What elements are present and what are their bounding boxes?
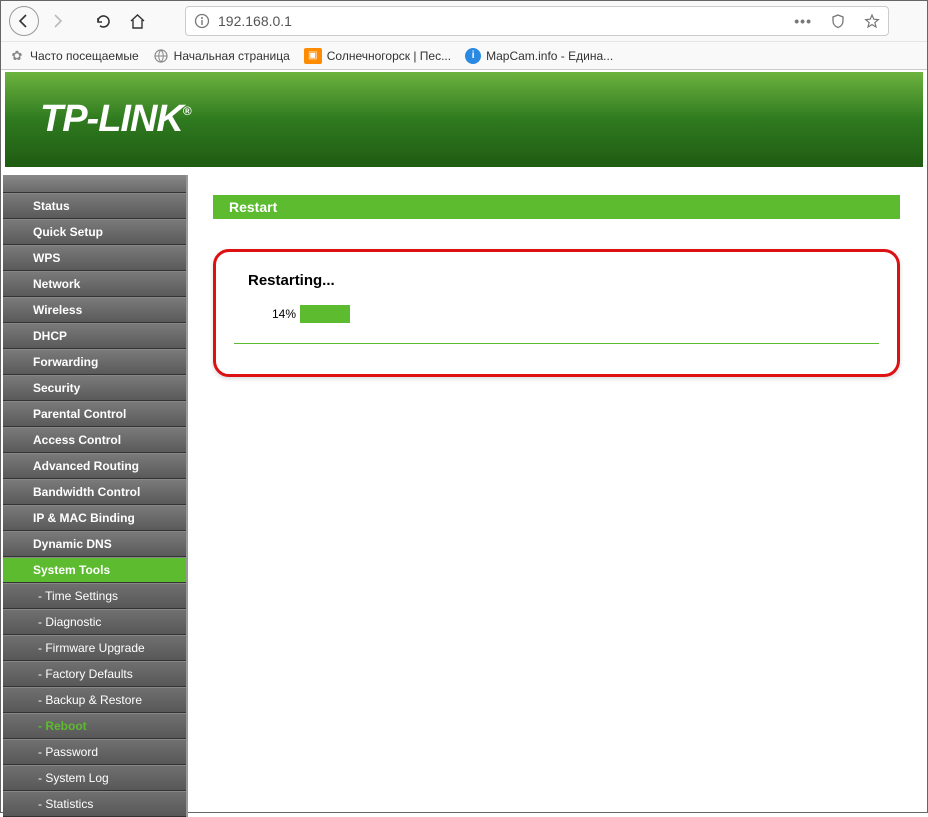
- globe-icon: [153, 48, 169, 64]
- sidebar-sub-password[interactable]: - Password: [3, 739, 186, 765]
- divider: [234, 343, 879, 344]
- sidebar-item-routing[interactable]: Advanced Routing: [3, 453, 186, 479]
- car-icon: ▣: [304, 48, 322, 64]
- sidebar-sub-firmware[interactable]: - Firmware Upgrade: [3, 635, 186, 661]
- browser-toolbar: 192.168.0.1 •••: [1, 1, 927, 41]
- sidebar-item-dhcp[interactable]: DHCP: [3, 323, 186, 349]
- arrow-right-icon: [49, 13, 65, 29]
- sidebar-sub-reboot[interactable]: - Reboot: [3, 713, 186, 739]
- bookmark-label: Часто посещаемые: [30, 49, 139, 63]
- sidebar-sub-time[interactable]: - Time Settings: [3, 583, 186, 609]
- progress-percent: 14%: [264, 307, 300, 321]
- more-icon[interactable]: •••: [794, 13, 812, 29]
- bookmark-mapcam[interactable]: i MapCam.info - Едина...: [465, 48, 613, 64]
- star-icon[interactable]: [864, 13, 880, 29]
- sidebar-item-systemtools[interactable]: System Tools: [3, 557, 186, 583]
- section-header: Restart: [213, 195, 900, 219]
- restart-highlight-box: Restarting... 14%: [213, 249, 900, 377]
- info-badge-icon: i: [465, 48, 481, 64]
- bookmark-frequent[interactable]: ✿ Часто посещаемые: [9, 48, 139, 64]
- url-bar[interactable]: 192.168.0.1 •••: [185, 6, 889, 36]
- progress-track: [300, 305, 660, 323]
- sidebar-sub-stats[interactable]: - Statistics: [3, 791, 186, 817]
- bookmark-label: MapCam.info - Едина...: [486, 49, 613, 63]
- info-icon: [194, 13, 210, 29]
- sidebar-item-access[interactable]: Access Control: [3, 427, 186, 453]
- bookmark-label: Начальная страница: [174, 49, 290, 63]
- sidebar-item-status[interactable]: Status: [3, 193, 186, 219]
- shield-icon[interactable]: [830, 13, 846, 29]
- sidebar-item-parental[interactable]: Parental Control: [3, 401, 186, 427]
- url-text: 192.168.0.1: [218, 13, 786, 29]
- sidebar-item-ddns[interactable]: Dynamic DNS: [3, 531, 186, 557]
- content-area: Restart Restarting... 14%: [188, 175, 925, 817]
- gear-icon: ✿: [9, 48, 25, 64]
- sidebar-item-ipmac[interactable]: IP & MAC Binding: [3, 505, 186, 531]
- reload-icon: [95, 13, 112, 30]
- restart-title: Restarting...: [234, 272, 879, 289]
- back-button[interactable]: [9, 6, 39, 36]
- progress-fill: [300, 305, 350, 323]
- banner: TP-LINK®: [5, 72, 923, 167]
- bookmark-label: Солнечногорск | Пес...: [327, 49, 451, 63]
- sidebar-spacer: [3, 175, 186, 193]
- browser-chrome: 192.168.0.1 ••• ✿ Часто посещаемые Начал…: [1, 1, 927, 70]
- sidebar-item-wireless[interactable]: Wireless: [3, 297, 186, 323]
- sidebar: Status Quick Setup WPS Network Wireless …: [3, 175, 188, 817]
- bookmark-solnechnogorsk[interactable]: ▣ Солнечногорск | Пес...: [304, 48, 451, 64]
- sidebar-item-forwarding[interactable]: Forwarding: [3, 349, 186, 375]
- url-actions: •••: [794, 13, 880, 29]
- sidebar-item-quicksetup[interactable]: Quick Setup: [3, 219, 186, 245]
- sidebar-item-security[interactable]: Security: [3, 375, 186, 401]
- bookmarks-bar: ✿ Часто посещаемые Начальная страница ▣ …: [1, 41, 927, 69]
- bookmark-home[interactable]: Начальная страница: [153, 48, 290, 64]
- sidebar-item-wps[interactable]: WPS: [3, 245, 186, 271]
- arrow-left-icon: [16, 13, 32, 29]
- progress-row: 14%: [234, 305, 879, 323]
- sidebar-item-bandwidth[interactable]: Bandwidth Control: [3, 479, 186, 505]
- sidebar-sub-factory[interactable]: - Factory Defaults: [3, 661, 186, 687]
- home-button[interactable]: [121, 5, 153, 37]
- sidebar-sub-backup[interactable]: - Backup & Restore: [3, 687, 186, 713]
- sidebar-sub-diag[interactable]: - Diagnostic: [3, 609, 186, 635]
- router-page: TP-LINK® Status Quick Setup WPS Network …: [1, 70, 927, 811]
- sidebar-item-network[interactable]: Network: [3, 271, 186, 297]
- home-icon: [129, 13, 146, 30]
- reload-button[interactable]: [87, 5, 119, 37]
- sidebar-sub-syslog[interactable]: - System Log: [3, 765, 186, 791]
- forward-button[interactable]: [41, 5, 73, 37]
- tplink-logo: TP-LINK®: [40, 98, 191, 141]
